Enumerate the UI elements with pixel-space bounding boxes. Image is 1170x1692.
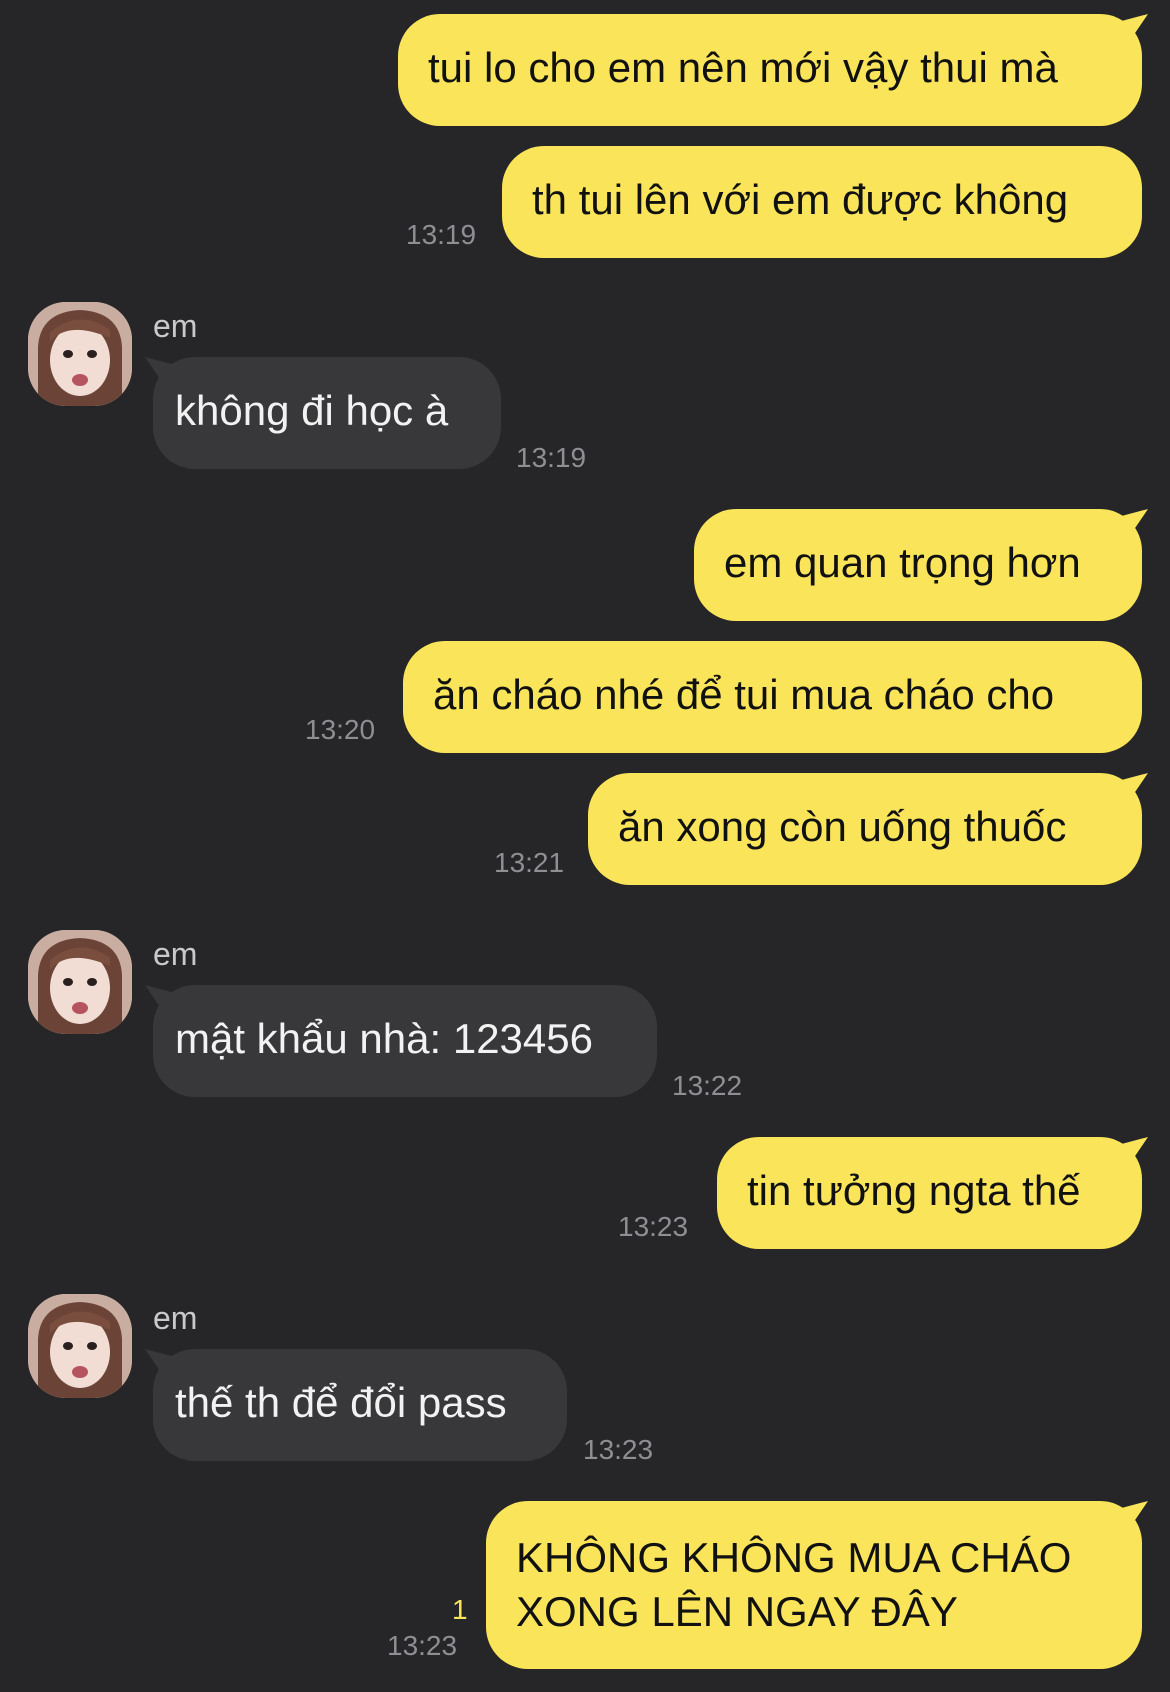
sender-name: em <box>153 1300 198 1336</box>
incoming-message-bubble[interactable]: mật khẩu nhà: 123456 <box>145 985 657 1097</box>
bubble-tail <box>145 985 179 1015</box>
incoming-message-bubble[interactable]: không đi học à <box>145 357 501 469</box>
unread-count: 1 <box>452 1594 468 1625</box>
contact-avatar[interactable] <box>28 302 132 406</box>
contact-avatar[interactable] <box>28 1294 132 1398</box>
sender-name: em <box>153 936 198 972</box>
message-timestamp: 13:23 <box>583 1434 654 1465</box>
bubble-tail <box>145 357 179 387</box>
message-timestamp: 13:20 <box>305 714 376 745</box>
message-text: không đi học à <box>175 387 449 434</box>
message-text: em quan trọng hơn <box>724 539 1081 586</box>
bubble-tail <box>145 1349 179 1379</box>
profile-photo-icon <box>28 930 132 1034</box>
message-timestamp: 13:23 <box>618 1211 689 1242</box>
message-text: thế th để đổi pass <box>175 1379 507 1426</box>
message-text: ăn cháo nhé để tui mua cháo cho <box>433 671 1055 718</box>
message-text: ăn xong còn uống thuốc <box>618 803 1067 850</box>
outgoing-message-bubble[interactable]: KHÔNG KHÔNG MUA CHÁO XONG LÊN NGAY ĐÂY <box>486 1501 1148 1669</box>
message-text: tui lo cho em nên mới vậy thui mà <box>428 44 1058 91</box>
contact-avatar[interactable] <box>28 930 132 1034</box>
message-timestamp: 13:22 <box>672 1070 743 1101</box>
message-timestamp: 13:19 <box>406 219 477 250</box>
profile-photo-icon <box>28 1294 132 1398</box>
sender-name: em <box>153 308 198 344</box>
bubble-tail <box>1114 1501 1148 1531</box>
outgoing-message-bubble[interactable]: ăn cháo nhé để tui mua cháo cho <box>403 641 1142 753</box>
message-text: th tui lên với em được không <box>532 176 1069 223</box>
message-timestamp: 13:23 <box>387 1630 458 1661</box>
outgoing-message-bubble[interactable]: ăn xong còn uống thuốc <box>588 773 1148 885</box>
outgoing-message-bubble[interactable]: tui lo cho em nên mới vậy thui mà <box>398 14 1148 126</box>
profile-photo-icon <box>28 302 132 406</box>
outgoing-message-bubble[interactable]: th tui lên với em được không <box>502 146 1142 258</box>
message-text: KHÔNG KHÔNG MUA CHÁO XONG LÊN NGAY ĐÂY <box>516 1534 1072 1635</box>
bubble-tail <box>1114 14 1148 44</box>
incoming-message-bubble[interactable]: thế th để đổi pass <box>145 1349 567 1461</box>
outgoing-message-bubble[interactable]: tin tưởng ngta thế <box>717 1137 1148 1249</box>
message-text: tin tưởng ngta thế <box>747 1167 1081 1214</box>
outgoing-message-bubble[interactable]: em quan trọng hơn <box>694 509 1148 621</box>
chat-message-list[interactable]: tui lo cho em nên mới vậy thui mà th tui… <box>0 0 1170 1692</box>
bubble-tail <box>1114 1137 1148 1167</box>
message-text: mật khẩu nhà: 123456 <box>175 1015 593 1062</box>
message-timestamp: 13:19 <box>516 442 587 473</box>
message-timestamp: 13:21 <box>494 847 565 878</box>
bubble-tail <box>1114 773 1148 803</box>
bubble-tail <box>1114 509 1148 539</box>
